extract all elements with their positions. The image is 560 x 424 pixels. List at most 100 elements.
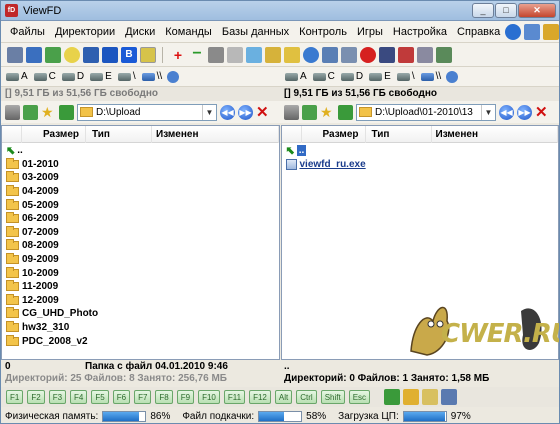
fkey-f4[interactable]: F4 xyxy=(70,390,88,404)
fkey-alt[interactable]: Alt xyxy=(274,390,293,404)
menu-help[interactable]: Справка xyxy=(452,26,505,38)
image-icon[interactable] xyxy=(45,46,61,63)
refresh-icon[interactable] xyxy=(338,104,353,120)
list-item[interactable]: 04-2009 xyxy=(2,185,279,199)
minimize-button[interactable]: _ xyxy=(472,3,494,18)
forward-icon[interactable]: ▶▶ xyxy=(517,104,532,120)
phone-icon[interactable] xyxy=(417,46,433,63)
drive-d[interactable]: D xyxy=(340,71,366,82)
gear-icon[interactable] xyxy=(436,46,452,63)
window-split-icon[interactable] xyxy=(246,46,262,63)
drive-network[interactable]: \\ xyxy=(141,71,166,82)
back-icon[interactable]: ◀◀ xyxy=(499,104,514,120)
column-modified[interactable]: Изменен xyxy=(432,126,558,143)
drive-a[interactable]: A xyxy=(284,71,310,82)
keyboard-icon[interactable] xyxy=(208,46,224,63)
window-icon[interactable] xyxy=(102,46,118,63)
internet-explorer-icon[interactable] xyxy=(505,23,522,40)
computer-icon[interactable] xyxy=(341,46,357,63)
panel-swap-icon[interactable] xyxy=(441,389,458,405)
list-item[interactable]: 06-2009 xyxy=(2,212,279,226)
menu-disks[interactable]: Диски xyxy=(120,26,160,38)
column-modified[interactable]: Изменен xyxy=(152,126,279,143)
menu-control[interactable]: Контроль xyxy=(294,26,352,38)
menu-games[interactable]: Игры xyxy=(352,26,388,38)
fkey-ctrl[interactable]: Ctrl xyxy=(296,390,317,404)
folder-icon[interactable] xyxy=(265,46,281,63)
list-item[interactable]: 09-2009 xyxy=(2,253,279,267)
list-item[interactable]: 08-2009 xyxy=(2,239,279,253)
drive-d[interactable]: D xyxy=(61,71,87,82)
drive-e[interactable]: E xyxy=(368,71,394,82)
folder-open-icon[interactable] xyxy=(422,389,439,405)
folder-up-icon[interactable] xyxy=(302,104,317,120)
left-path-input[interactable]: D:\Upload ▼ xyxy=(77,103,217,121)
cup-icon[interactable] xyxy=(543,23,559,40)
gift-icon[interactable] xyxy=(398,46,414,63)
list-item[interactable]: hw32_310 xyxy=(2,321,279,335)
chevron-down-icon[interactable]: ▼ xyxy=(202,104,216,120)
fkey-f9[interactable]: F9 xyxy=(176,390,195,404)
drive-c[interactable]: C xyxy=(312,71,338,82)
fkey-f10[interactable]: F10 xyxy=(198,390,220,404)
menu-databases[interactable]: Базы данных xyxy=(217,26,294,38)
drive-a[interactable]: A xyxy=(5,71,31,82)
left-file-panel[interactable]: Размер Тип Изменен ⬉ .. 01-2010 03-2009 … xyxy=(1,125,280,360)
back-icon[interactable]: ◀◀ xyxy=(220,104,235,120)
remove-minus-icon[interactable]: − xyxy=(189,45,205,63)
drive-e[interactable]: E xyxy=(89,71,115,82)
list-item[interactable]: PDC_2008_v2 xyxy=(2,334,279,348)
list-item[interactable]: 12-2009 xyxy=(2,293,279,308)
column-size[interactable]: Размер xyxy=(302,126,366,143)
column-size[interactable]: Размер xyxy=(22,126,86,143)
drive-select-icon[interactable] xyxy=(5,104,20,120)
list-icon[interactable] xyxy=(26,46,42,63)
list-item[interactable]: 05-2009 xyxy=(2,198,279,212)
fkey-f1[interactable]: F1 xyxy=(6,390,24,404)
fkey-f2[interactable]: F2 xyxy=(27,390,45,404)
drive-network[interactable]: \\ xyxy=(420,71,445,82)
copy-to-folder-icon[interactable] xyxy=(384,389,401,405)
fkey-f7[interactable]: F7 xyxy=(134,390,152,404)
parent-dir-row[interactable]: ⬉ .. xyxy=(282,144,559,158)
parent-dir-row[interactable]: ⬉ .. xyxy=(2,144,279,158)
drive-root[interactable]: \ xyxy=(396,71,418,82)
fkey-f5[interactable]: F5 xyxy=(91,390,109,404)
chevron-down-icon[interactable]: ▼ xyxy=(481,104,495,120)
folder-up-icon[interactable] xyxy=(23,104,38,120)
menu-files[interactable]: Файлы xyxy=(5,26,50,38)
list-item[interactable]: viewfd_ru.exe xyxy=(282,158,559,171)
monitor-icon[interactable] xyxy=(83,46,99,63)
drive-root[interactable]: \ xyxy=(117,71,139,82)
refresh-drives-icon[interactable] xyxy=(446,70,459,83)
fkey-f3[interactable]: F3 xyxy=(48,390,67,404)
key-icon[interactable] xyxy=(284,46,300,63)
list-item[interactable]: 10-2009 xyxy=(2,266,279,280)
column-type[interactable]: Тип xyxy=(366,126,432,143)
refresh-icon[interactable] xyxy=(59,104,74,120)
fkey-f12[interactable]: F12 xyxy=(249,390,271,404)
list-item[interactable]: 07-2009 xyxy=(2,225,279,240)
maximize-button[interactable]: □ xyxy=(495,3,517,18)
right-path-input[interactable]: D:\Upload\01-2010\13 ▼ xyxy=(356,103,496,121)
media-icon[interactable] xyxy=(379,46,395,63)
fkey-f11[interactable]: F11 xyxy=(223,390,246,404)
fkey-f6[interactable]: F6 xyxy=(112,390,131,404)
add-plus-icon[interactable]: + xyxy=(170,47,186,63)
bold-b-icon[interactable]: B xyxy=(121,46,137,63)
column-type[interactable]: Тип xyxy=(86,126,152,143)
list-item[interactable]: 01-2010 xyxy=(2,157,279,172)
close-panel-icon[interactable]: ✕ xyxy=(535,105,548,120)
menu-commands[interactable]: Команды xyxy=(160,26,217,38)
fkey-shift[interactable]: Shift xyxy=(320,390,345,404)
favorites-star-icon[interactable]: ★ xyxy=(41,104,56,120)
drive-select-icon[interactable] xyxy=(284,104,299,120)
menu-directories[interactable]: Директории xyxy=(50,26,120,38)
close-panel-icon[interactable]: ✕ xyxy=(256,105,269,120)
list-item[interactable]: CG_UHD_Photo xyxy=(2,307,279,321)
folder-icon[interactable] xyxy=(403,389,420,405)
network-icon[interactable] xyxy=(322,46,338,63)
refresh-drives-icon[interactable] xyxy=(167,70,180,83)
drive-c[interactable]: C xyxy=(33,71,59,82)
fkey-f8[interactable]: F8 xyxy=(155,390,173,404)
